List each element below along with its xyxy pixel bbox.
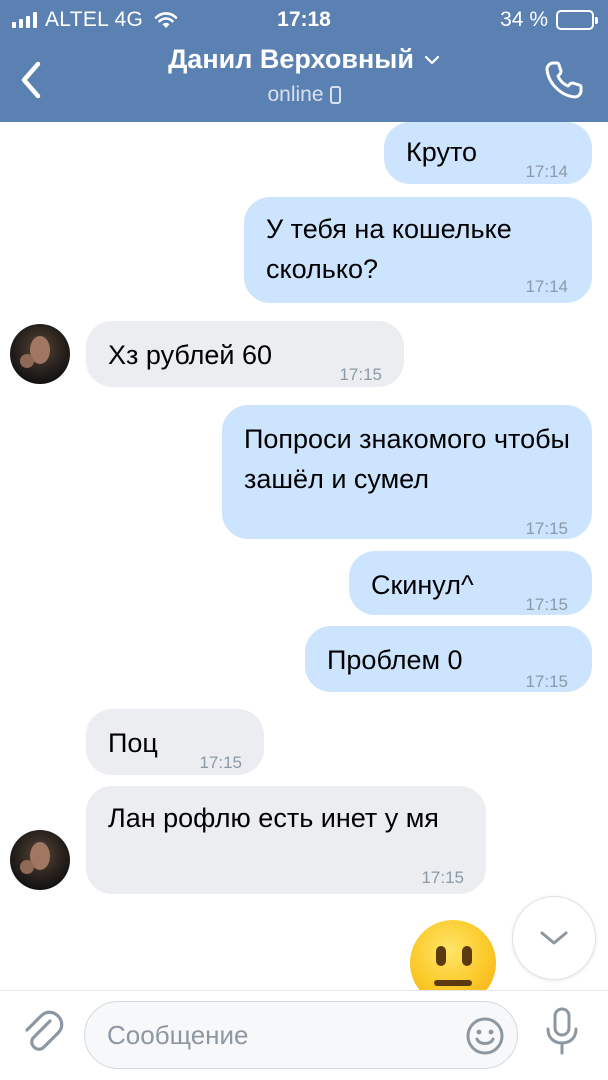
message-incoming[interactable]: Лан рофлю есть инет у мя 17:15 xyxy=(86,786,486,894)
battery-icon xyxy=(556,10,598,30)
message-incoming[interactable]: Поц 17:15 xyxy=(86,709,264,775)
message-outgoing[interactable]: У тебя на кошельке сколько? 17:14 xyxy=(244,197,592,303)
message-time: 17:15 xyxy=(525,519,568,538)
message-input-field[interactable] xyxy=(84,1001,518,1069)
contact-avatar[interactable] xyxy=(10,324,70,384)
message-input[interactable] xyxy=(107,1002,447,1068)
battery-percent: 34 % xyxy=(500,8,548,31)
message-text: Лан рофлю есть инет у мя xyxy=(108,803,439,833)
mobile-device-icon xyxy=(329,86,341,104)
message-outgoing[interactable]: Проблем 0 17:15 xyxy=(305,626,592,692)
paperclip-icon[interactable] xyxy=(20,1007,64,1055)
chevron-down-icon xyxy=(540,931,568,945)
chat-header: ALTEL 4G 17:18 34 % Данил Верховный onli… xyxy=(0,0,608,122)
contact-name: Данил Верховный xyxy=(168,44,414,74)
message-time: 17:15 xyxy=(421,868,464,887)
composer-bar xyxy=(0,990,608,1080)
message-text: Скинул^ xyxy=(371,570,474,600)
message-text: Проблем 0 xyxy=(327,645,463,675)
message-text: Хз рублей 60 xyxy=(108,340,273,370)
message-time: 17:15 xyxy=(339,365,382,384)
message-outgoing[interactable]: Попроси знакомого чтобы зашёл и сумел 17… xyxy=(222,405,592,539)
message-time: 17:14 xyxy=(525,162,568,181)
message-time: 17:15 xyxy=(199,753,242,772)
contact-avatar[interactable] xyxy=(10,830,70,890)
message-text: Круто xyxy=(406,137,478,167)
status-bar: ALTEL 4G 17:18 34 % xyxy=(0,0,608,40)
neutral-face-emoji-icon[interactable] xyxy=(410,920,496,1000)
message-time: 17:15 xyxy=(525,672,568,691)
message-text: У тебя на кошельке сколько? xyxy=(266,214,512,284)
message-text: Попроси знакомого чтобы зашёл и сумел xyxy=(244,424,570,494)
chevron-down-icon xyxy=(424,55,440,65)
message-time: 17:15 xyxy=(525,595,568,614)
message-list[interactable]: Круто 17:14 У тебя на кошельке сколько? … xyxy=(0,122,608,1000)
phone-call-icon[interactable] xyxy=(542,58,586,102)
message-incoming[interactable]: Хз рублей 60 17:15 xyxy=(86,321,404,387)
message-time: 17:14 xyxy=(525,277,568,296)
status-right: 34 % xyxy=(500,8,598,32)
message-outgoing[interactable]: Круто 17:14 xyxy=(384,122,592,184)
emoji-smile-icon[interactable] xyxy=(465,1016,505,1056)
presence-status: online xyxy=(267,83,341,107)
message-outgoing[interactable]: Скинул^ 17:15 xyxy=(349,551,592,615)
scroll-to-bottom-button[interactable] xyxy=(512,896,596,980)
presence-label: online xyxy=(267,83,324,106)
microphone-icon[interactable] xyxy=(540,1005,584,1057)
contact-info[interactable]: Данил Верховный online xyxy=(0,44,608,107)
contact-title[interactable]: Данил Верховный xyxy=(168,44,440,75)
message-text: Поц xyxy=(108,728,158,758)
